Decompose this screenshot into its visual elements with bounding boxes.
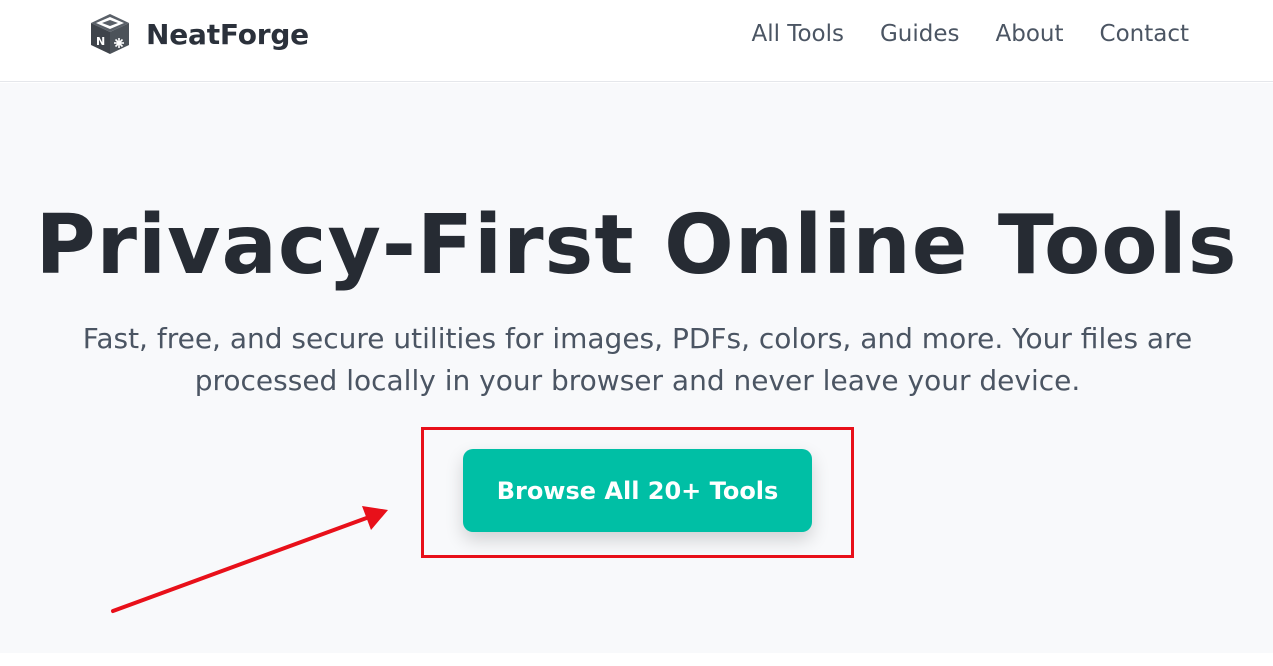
nav-guides[interactable]: Guides xyxy=(880,19,960,49)
nav-all-tools[interactable]: All Tools xyxy=(751,19,843,49)
site-header: N NeatForge All Tools Guides About Conta… xyxy=(0,0,1273,82)
svg-text:N: N xyxy=(96,35,105,48)
nav-contact[interactable]: Contact xyxy=(1100,19,1189,49)
browse-all-tools-button[interactable]: Browse All 20+ Tools xyxy=(463,449,812,532)
nav-about[interactable]: About xyxy=(996,19,1064,49)
main-nav: All Tools Guides About Contact xyxy=(751,19,1189,49)
hero-subtitle: Fast, free, and secure utilities for ima… xyxy=(82,322,1193,397)
brand-logo-link[interactable]: N NeatForge xyxy=(89,12,309,56)
box-cube-icon: N xyxy=(91,14,129,54)
brand-name: NeatForge xyxy=(146,17,309,51)
hero-title: Privacy-First Online Tools xyxy=(35,198,1238,293)
